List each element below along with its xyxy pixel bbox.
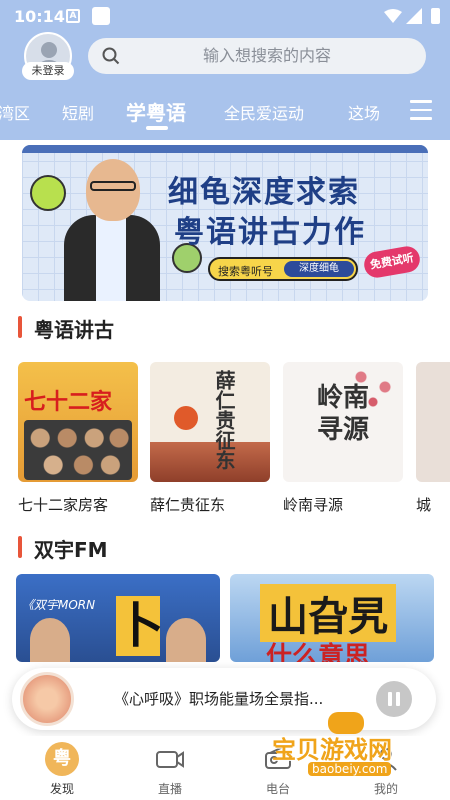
fm-card[interactable]: 山旮旯 什么意思 (230, 574, 434, 662)
section-title-text[interactable]: 粤语讲古 (34, 314, 114, 343)
now-playing-title[interactable]: 《心呼吸》职场能量场全景指... (114, 688, 323, 709)
search-input[interactable]: 输入想搜索的内容 (88, 38, 426, 74)
banner-search-pill: 搜索粤听号 深度细龟 (208, 257, 358, 281)
album-name: 薛仁贵征东 (150, 496, 226, 514)
battery-icon (431, 8, 440, 24)
sun-icon (174, 406, 198, 430)
tab-wanqu[interactable]: 湾区 (0, 100, 30, 124)
tab-quanmin-aiyundong[interactable]: 全民爱运动 (224, 100, 304, 124)
green-mascot-icon (30, 175, 66, 211)
pause-icon (388, 692, 392, 706)
pause-icon (396, 692, 400, 706)
cast-photo (24, 420, 132, 480)
status-bar: 10:14 A (0, 0, 450, 32)
nav-label: 直播 (157, 782, 182, 796)
cover-title-text: 岭南寻源 (317, 383, 370, 445)
album-cover (416, 362, 450, 482)
site-watermark: 宝贝游戏网 baobeiy.com (264, 712, 444, 782)
nav-live[interactable]: 直播 (140, 742, 200, 797)
album-cover: 七十二家 (18, 362, 138, 482)
status-time: 10:14 (14, 7, 65, 26)
fm-big-letter: 卜 (116, 596, 165, 656)
cover-title-text: 七十二家 (24, 390, 113, 415)
avatar-head-icon (41, 42, 57, 58)
fm-big-text: 山旮旯 (260, 584, 396, 642)
watermark-text: 宝贝游戏网 (272, 736, 392, 764)
wifi-icon (384, 9, 402, 23)
host-portrait (30, 618, 70, 662)
tab-zhechang[interactable]: 这场 (348, 100, 392, 124)
search-placeholder: 输入想搜索的内容 (202, 46, 331, 65)
album-cover: 薛仁贵征东 (150, 362, 270, 482)
category-tabs: 湾区 短剧 学粤语 全民爱运动 这场 (0, 92, 450, 132)
nav-label: 我的 (373, 782, 398, 796)
album-name: 七十二家房客 (18, 496, 109, 514)
album-name: 岭南寻源 (283, 496, 344, 514)
banner-search-hint: 搜索粤听号 (218, 265, 273, 278)
fm-show-banner-text: 《双宇MORN (22, 598, 96, 612)
section-accent-bar (18, 536, 22, 558)
nav-label: 发现 (49, 782, 74, 796)
menu-icon[interactable] (410, 100, 432, 120)
album-card[interactable]: 岭南寻源 岭南寻源 (283, 362, 403, 515)
nav-discover[interactable]: 粤 发现 (32, 742, 92, 797)
now-playing-thumbnail[interactable] (20, 672, 74, 726)
video-camera-icon (153, 742, 187, 776)
discover-icon: 粤 (45, 742, 79, 776)
banner-search-term: 深度细龟 (284, 261, 354, 277)
album-card[interactable]: 城 (416, 362, 450, 515)
glasses-icon (90, 181, 136, 191)
section-title-text[interactable]: 双宇FM (34, 534, 108, 563)
notification-a-icon: A (66, 9, 80, 23)
section-accent-bar (18, 316, 22, 338)
section-title-fm: 双宇FM (18, 534, 218, 562)
tab-duanju[interactable]: 短剧 (62, 100, 94, 124)
album-card[interactable]: 七十二家 七十二家房客 (18, 362, 138, 515)
album-card[interactable]: 薛仁贵征东 薛仁贵征东 (150, 362, 270, 515)
tab-xueyueyu[interactable]: 学粤语 (126, 97, 186, 126)
promo-banner[interactable]: 细龟深度求索 粤语讲古力作 搜索粤听号 深度细龟 免费试听 (22, 145, 428, 301)
active-tab-indicator (146, 126, 168, 130)
signal-icon (406, 8, 422, 24)
fm-card[interactable]: 《双宇MORN 卜 (16, 574, 220, 662)
watermark-url: baobeiy.com (308, 762, 392, 776)
login-status-badge[interactable]: 未登录 (22, 62, 74, 80)
free-trial-badge: 免费试听 (362, 244, 422, 280)
host-shirt (96, 215, 126, 301)
album-cover: 岭南寻源 (283, 362, 403, 482)
fm-sub-text: 什么意思 (266, 642, 371, 662)
banner-title-line1: 细龟深度求索 (168, 175, 360, 210)
banner-title-line2: 粤语讲古力作 (174, 215, 366, 250)
section-title-gushi: 粤语讲古 (18, 314, 218, 342)
cover-title-text: 薛仁贵征东 (212, 370, 236, 470)
host-portrait (166, 618, 206, 662)
album-name: 城 (416, 496, 432, 514)
notification-square-icon (92, 7, 110, 25)
banner-top-band (22, 145, 428, 153)
nav-label: 电台 (265, 782, 290, 796)
